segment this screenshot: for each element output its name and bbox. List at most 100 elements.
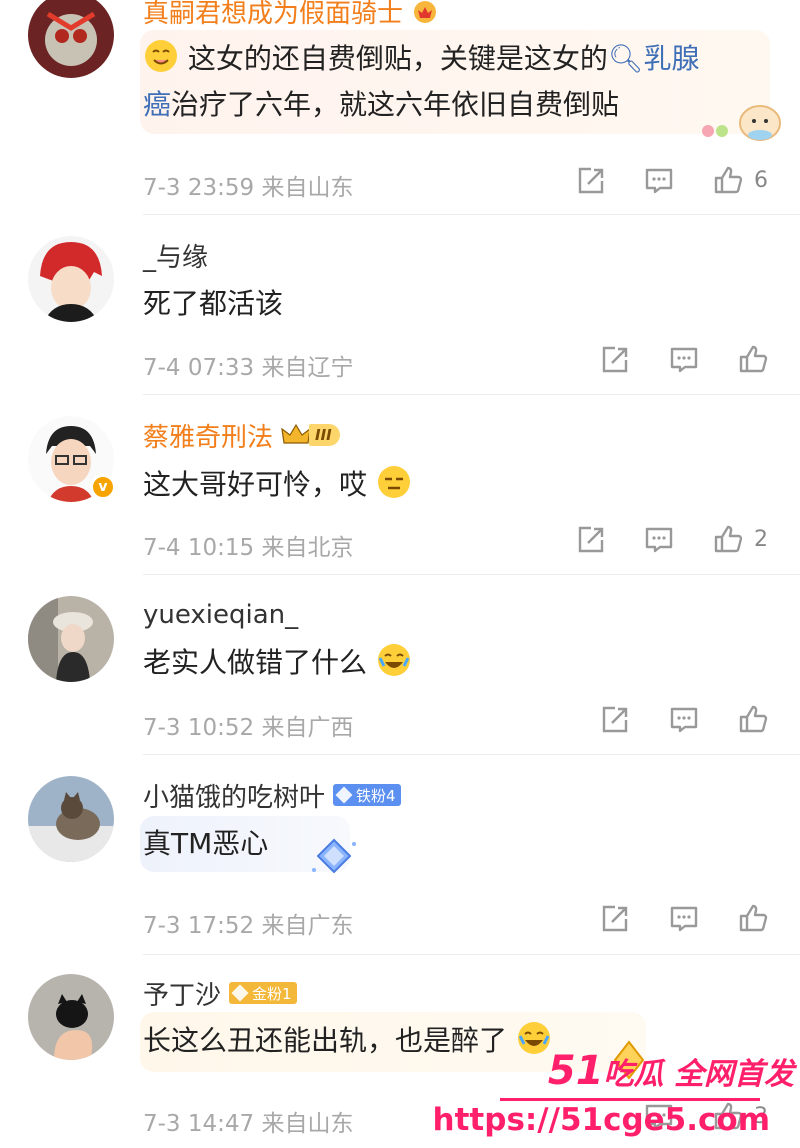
- username[interactable]: yuexieqian_: [143, 600, 298, 630]
- username[interactable]: 予丁沙: [143, 975, 221, 1012]
- divider: [143, 954, 800, 955]
- share-button[interactable]: [599, 903, 631, 935]
- location: 来自北京: [261, 535, 354, 561]
- comment-text: 这女的还自费倒贴，关键是这女的🔍︎乳腺 癌治疗了六年，就这六年依旧自费倒贴: [143, 36, 699, 128]
- comment-icon: [668, 344, 700, 376]
- comment-icon: [643, 165, 675, 197]
- comment-text-part: 这女的还自费倒贴，关键是这女的: [187, 42, 608, 75]
- username[interactable]: 小猫饿的吃树叶: [143, 777, 325, 814]
- search-link-continued[interactable]: 癌: [143, 88, 171, 121]
- gem-icon: [231, 984, 249, 1002]
- username-row: 蔡雅奇刑法 III: [143, 417, 340, 454]
- share-button[interactable]: [575, 524, 607, 556]
- like-button[interactable]: [737, 343, 769, 375]
- share-button[interactable]: [599, 344, 631, 376]
- search-link[interactable]: 🔍︎乳腺: [608, 42, 700, 75]
- share-button[interactable]: [575, 165, 607, 197]
- like-button[interactable]: [712, 523, 744, 555]
- watermark-title: 51吃瓜 全网首发: [548, 1048, 794, 1094]
- crown-badge-icon: [414, 1, 437, 23]
- diamond-icon: [335, 786, 353, 804]
- avatar-image: [28, 776, 114, 862]
- avatar[interactable]: [28, 974, 114, 1060]
- location: 来自广西: [261, 715, 354, 741]
- thumbs-up-icon: [737, 902, 769, 934]
- like-button[interactable]: [737, 902, 769, 934]
- comment-text: 这大哥好可怜，哎: [143, 462, 412, 508]
- timestamp: 7-4 07:33: [143, 355, 255, 381]
- fan-badge: 铁粉4: [333, 784, 401, 806]
- reply-button[interactable]: [668, 704, 700, 736]
- vip-badge: III: [281, 422, 340, 448]
- thumbs-up-icon: [737, 343, 769, 375]
- avatar-image: [28, 596, 114, 682]
- like-button[interactable]: [712, 164, 744, 196]
- location: 来自山东: [261, 175, 354, 201]
- thumbs-up-icon: [712, 164, 744, 196]
- watermark-url: https://51cge5.com: [432, 1102, 770, 1138]
- comment-text-part: 这大哥好可怜，哎: [143, 468, 368, 501]
- comment-text-part: 长这么丑还能出轨，也是醉了: [143, 1024, 508, 1057]
- share-icon: [599, 704, 631, 736]
- username[interactable]: 真嗣君想成为假面骑士: [143, 0, 403, 30]
- divider: [143, 394, 800, 395]
- crown-icon: [281, 423, 311, 444]
- speechless-emoji-icon: [377, 466, 410, 498]
- username-row: 予丁沙 金粉1: [143, 975, 297, 1012]
- reply-button[interactable]: [668, 903, 700, 935]
- comment-text-part: 老实人做错了什么: [143, 646, 368, 679]
- comment-meta: 7-3 23:59 来自山东: [143, 168, 353, 202]
- timestamp: 7-3 17:52: [143, 913, 255, 939]
- fan-badge: 金粉1: [229, 982, 297, 1004]
- laugh-cry-emoji-icon: [377, 644, 410, 676]
- watermark: 51吃瓜 全网首发 https://51cge5.com: [433, 1040, 800, 1148]
- reply-button[interactable]: [643, 524, 675, 556]
- share-icon: [575, 524, 607, 556]
- comment-icon: [668, 704, 700, 736]
- cat-sticker-icon: [702, 105, 781, 141]
- diamond-sticker-icon: [312, 838, 356, 874]
- timestamp: 7-3 14:47: [143, 1111, 255, 1137]
- location: 来自辽宁: [261, 355, 354, 381]
- share-button[interactable]: [599, 704, 631, 736]
- username-row: 小猫饿的吃树叶 铁粉4: [143, 777, 401, 814]
- like-count: 2: [754, 527, 768, 552]
- thumbs-up-icon: [737, 703, 769, 735]
- comment-meta: 7-4 10:15 来自北京: [143, 528, 353, 562]
- vip-level: III: [309, 424, 340, 446]
- avatar[interactable]: [28, 596, 114, 682]
- comment-text: 老实人做错了什么: [143, 640, 412, 686]
- avatar[interactable]: [28, 776, 114, 862]
- reply-button[interactable]: [643, 165, 675, 197]
- divider: [143, 754, 800, 755]
- username[interactable]: _与缘: [143, 237, 208, 274]
- timestamp: 7-3 10:52: [143, 715, 255, 741]
- username-row: yuexieqian_: [143, 598, 298, 632]
- search-link-text: 乳腺: [643, 42, 700, 75]
- avatar[interactable]: [28, 236, 114, 322]
- comment-meta: 7-3 10:52 来自广西: [143, 708, 353, 742]
- share-icon: [575, 165, 607, 197]
- comment-text: 死了都活该: [143, 287, 284, 320]
- username[interactable]: 蔡雅奇刑法: [143, 417, 273, 454]
- comment-icon: [668, 903, 700, 935]
- yum-emoji-icon: [145, 40, 177, 72]
- verified-badge-icon: v: [90, 474, 116, 500]
- avatar-image: [28, 236, 114, 322]
- fan-badge-label: 铁粉4: [356, 786, 396, 805]
- avatar[interactable]: [28, 0, 114, 78]
- like-count: 6: [754, 168, 768, 193]
- fan-badge-label: 金粉1: [252, 984, 292, 1003]
- comment-meta: 7-3 14:47 来自山东: [143, 1104, 353, 1138]
- like-button[interactable]: [737, 703, 769, 735]
- reply-button[interactable]: [668, 344, 700, 376]
- comment-text: 真TM恶心: [143, 827, 269, 860]
- avatar-image: [28, 974, 114, 1060]
- comment-meta: 7-3 17:52 来自广东: [143, 906, 353, 940]
- location: 来自广东: [261, 913, 354, 939]
- search-icon: 🔍︎: [607, 42, 644, 75]
- username-row: 真嗣君想成为假面骑士: [143, 0, 439, 30]
- comment-icon: [643, 524, 675, 556]
- username-row: _与缘: [143, 237, 208, 274]
- divider: [143, 574, 800, 575]
